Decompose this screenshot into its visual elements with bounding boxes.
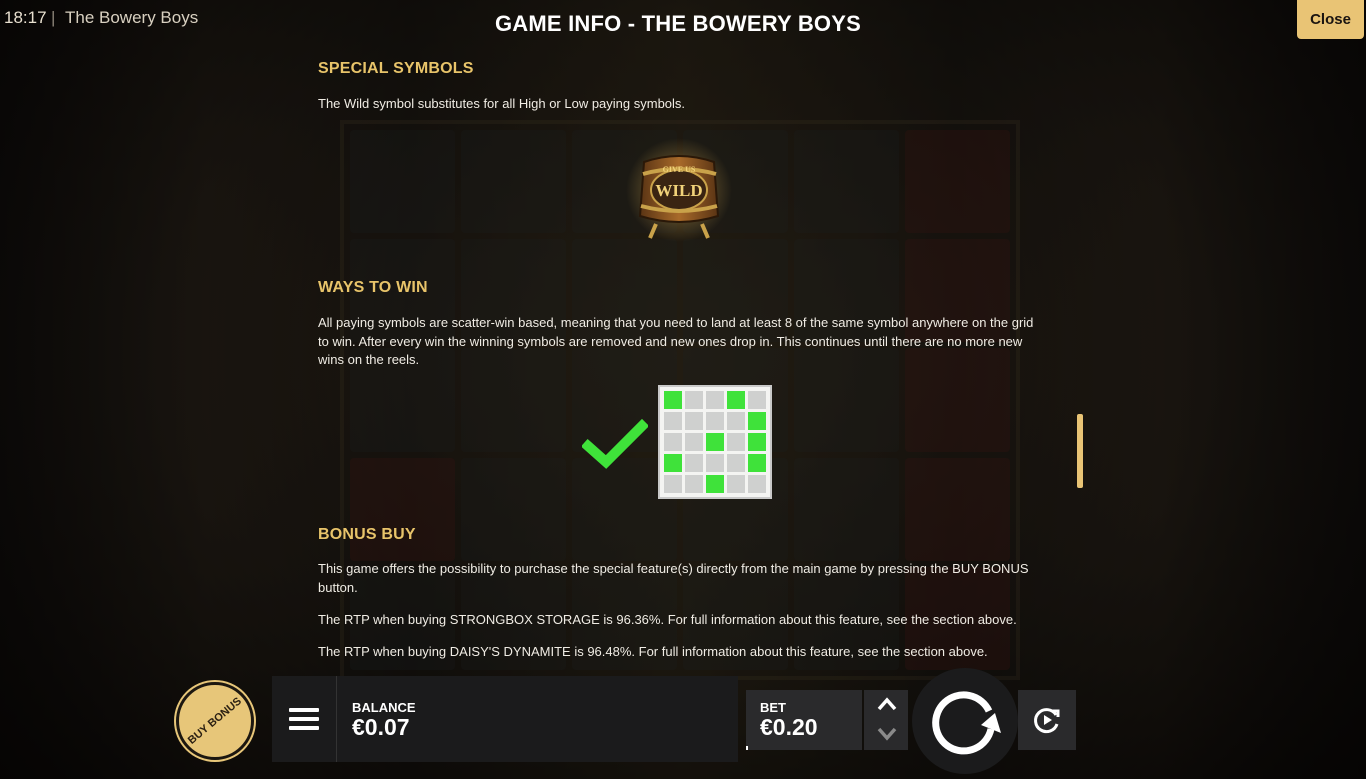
- wild-symbol-line-2: WILD: [655, 181, 702, 200]
- grid-cell: [748, 433, 766, 451]
- bet-value: €0.20: [760, 714, 818, 740]
- grid-cell: [685, 412, 703, 430]
- balance-label: BALANCE: [352, 700, 416, 715]
- chevron-up-icon[interactable]: [876, 694, 898, 714]
- checkmark-icon: [582, 418, 648, 469]
- grid-cell: [664, 391, 682, 409]
- ways-to-win-text: All paying symbols are scatter-win based…: [318, 315, 1034, 367]
- spin-button[interactable]: [912, 668, 1018, 774]
- grid-cell: [685, 454, 703, 472]
- scrollbar-thumb[interactable]: [1077, 414, 1083, 488]
- buy-bonus-button[interactable]: BUY BONUS: [176, 682, 254, 760]
- grid-cell: [706, 412, 724, 430]
- balance-value: €0.07: [352, 714, 410, 740]
- grid-cell: [685, 391, 703, 409]
- wild-barrel-icon: GIVE US WILD: [626, 138, 732, 242]
- grid-cell: [706, 433, 724, 451]
- grid-cell: [748, 475, 766, 493]
- bet-indicator: [746, 746, 748, 750]
- wild-symbol-line-1: GIVE US: [663, 165, 696, 174]
- grid-cell: [727, 412, 745, 430]
- bet-label: BET: [760, 700, 786, 715]
- chevron-down-icon[interactable]: [876, 724, 898, 744]
- grid-cell: [727, 475, 745, 493]
- grid-cell: [685, 475, 703, 493]
- special-symbols-text: The Wild symbol substitutes for all High…: [318, 96, 686, 111]
- bottom-bar: [272, 676, 738, 762]
- autoplay-button[interactable]: [1018, 690, 1076, 750]
- special-symbols-heading: SPECIAL SYMBOLS: [318, 60, 474, 77]
- bonus-buy-heading: BONUS BUY: [318, 526, 416, 543]
- menu-button[interactable]: [272, 676, 337, 762]
- grid-cell: [664, 454, 682, 472]
- grid-cell: [748, 454, 766, 472]
- grid-cell: [664, 412, 682, 430]
- grid-cell: [685, 433, 703, 451]
- grid-cell: [706, 475, 724, 493]
- page-title: GAME INFO - THE BOWERY BOYS: [495, 11, 861, 36]
- grid-cell: [664, 475, 682, 493]
- grid-cell: [706, 454, 724, 472]
- spin-icon: [932, 691, 1001, 755]
- grid-cell: [727, 454, 745, 472]
- grid-cell: [727, 391, 745, 409]
- grid-cell: [748, 391, 766, 409]
- buy-bonus-label: BUY BONUS: [185, 695, 245, 747]
- autoplay-icon: [1034, 708, 1060, 734]
- grid-cell: [664, 433, 682, 451]
- win-pattern-grid: [658, 385, 772, 499]
- ways-to-win-heading: WAYS TO WIN: [318, 279, 428, 296]
- grid-cell: [706, 391, 724, 409]
- grid-cell: [748, 412, 766, 430]
- grid-cell: [727, 433, 745, 451]
- bonus-buy-text: This game offers the possibility to purc…: [318, 561, 1029, 595]
- menu-icon: [289, 703, 319, 735]
- dynamite-rtp-text: The RTP when buying DAISY'S DYNAMITE is …: [318, 644, 988, 659]
- strongbox-rtp-text: The RTP when buying STRONGBOX STORAGE is…: [318, 612, 1017, 627]
- close-button[interactable]: Close: [1297, 0, 1364, 39]
